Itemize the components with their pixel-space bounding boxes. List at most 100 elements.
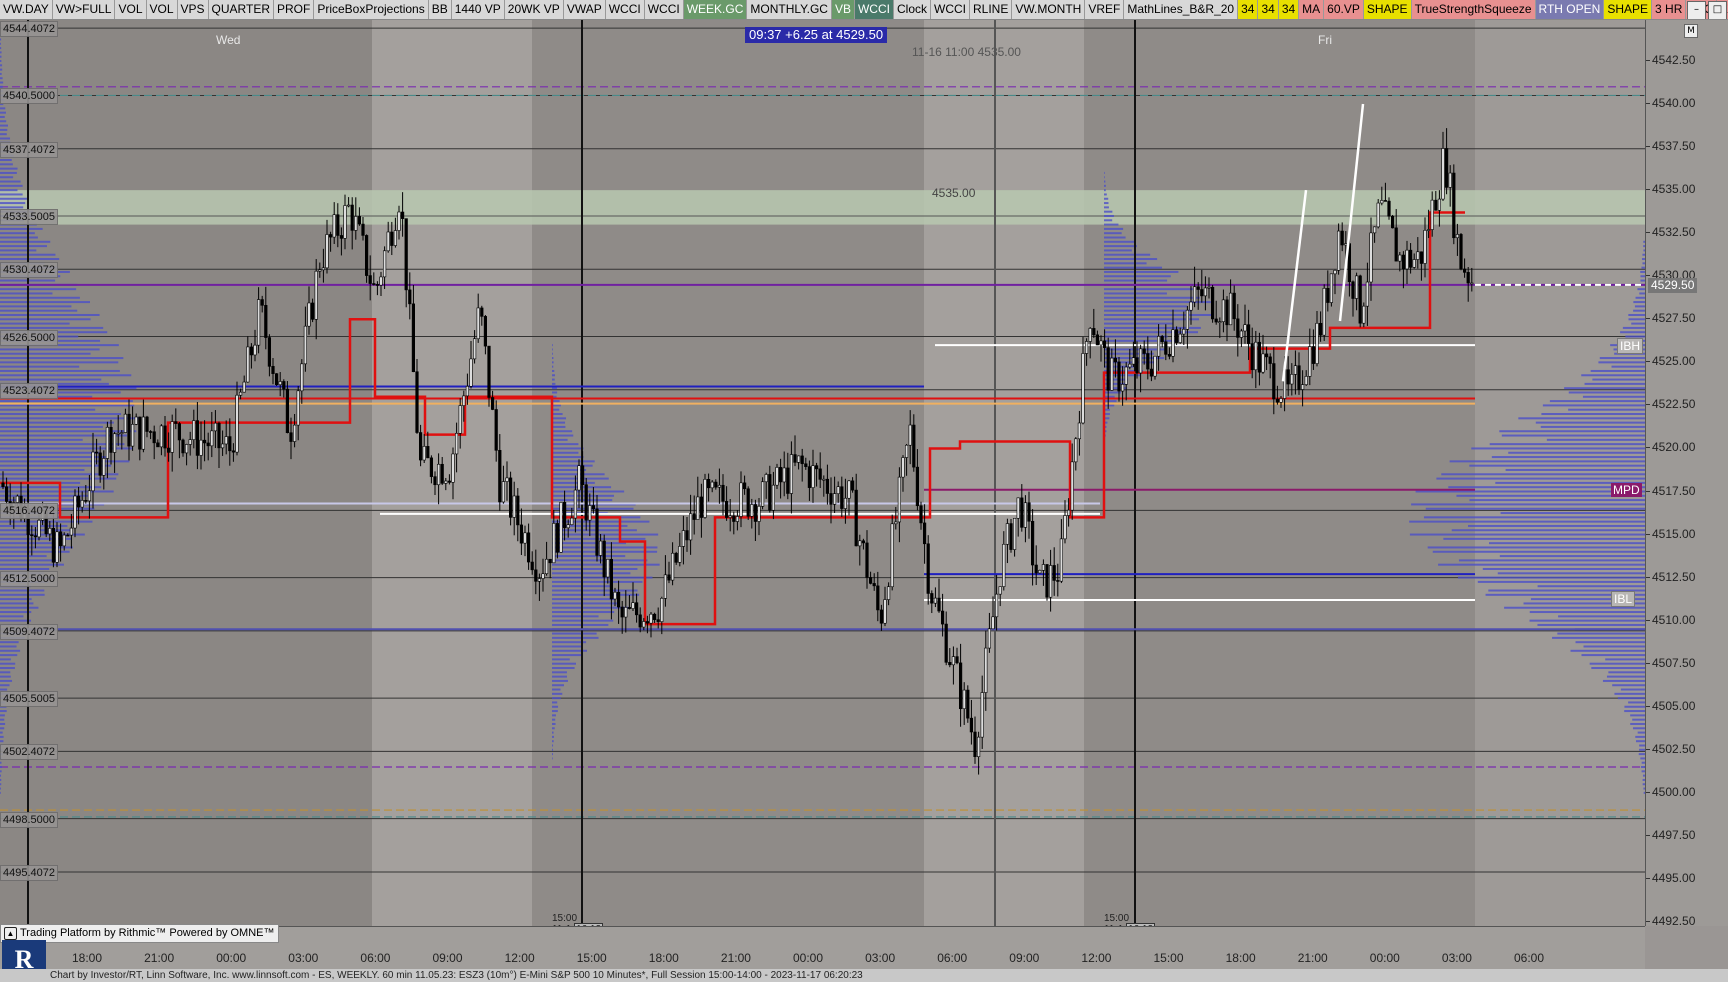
volume-profile-bar xyxy=(1423,516,1645,519)
candle-body xyxy=(1200,289,1204,297)
volume-profile-bar xyxy=(0,245,48,248)
volume-profile-bar xyxy=(1104,253,1151,256)
level-label: 4498.5000 xyxy=(0,811,58,828)
candle-body xyxy=(1326,288,1330,303)
volume-profile-bar xyxy=(552,710,558,713)
toolbar-button[interactable]: WCCI xyxy=(931,0,970,19)
toolbar-button[interactable]: WCCI xyxy=(605,0,645,19)
toolbar-button[interactable]: 1440 VP xyxy=(451,0,505,19)
window-button[interactable]: – xyxy=(1687,1,1706,19)
toolbar-button[interactable]: VOL xyxy=(115,0,147,19)
candle-body xyxy=(552,523,556,564)
candle-body xyxy=(1088,328,1092,342)
mini-toggle[interactable]: M xyxy=(1684,24,1698,38)
volume-profile-bar xyxy=(1427,546,1645,549)
toolbar-button[interactable]: TrueStrengthSqueeze xyxy=(1411,0,1536,19)
volume-profile-bar xyxy=(1564,387,1645,390)
price-tick: 4502.50 xyxy=(1645,741,1696,756)
toolbar-button[interactable]: MathLines_B&R_20 xyxy=(1124,0,1239,19)
candle-body xyxy=(253,344,257,356)
toolbar-button[interactable]: VW.MONTH xyxy=(1012,0,1086,19)
toolbar-button[interactable]: 20WK VP xyxy=(504,0,564,19)
toolbar-button[interactable]: VOL xyxy=(146,0,178,19)
candlestick-plot[interactable] xyxy=(0,20,1645,926)
volume-profile-bar xyxy=(1436,477,1645,480)
time-tick: 15:00 xyxy=(576,951,607,965)
candle-body xyxy=(1236,318,1240,338)
toolbar-button[interactable]: WCCI xyxy=(854,0,894,19)
volume-profile-bar xyxy=(0,555,47,558)
candle-body xyxy=(577,465,581,491)
volume-profile-bar xyxy=(0,77,3,80)
candle-body xyxy=(418,432,423,461)
toolbar-button[interactable]: VPS xyxy=(177,0,209,19)
candle-body xyxy=(620,606,624,618)
candle-body xyxy=(30,534,34,537)
candle-body xyxy=(868,577,873,584)
toolbar-button[interactable]: 34 xyxy=(1278,0,1300,19)
toolbar-button[interactable]: VW.DAY xyxy=(0,0,53,19)
candle-body xyxy=(131,424,135,447)
candle-body xyxy=(883,599,887,624)
candle-body xyxy=(1445,148,1449,188)
time-tick: 18:00 xyxy=(72,951,103,965)
volume-profile-bar xyxy=(1471,447,1645,450)
volume-profile-bar xyxy=(1606,675,1645,678)
candle-body xyxy=(217,422,221,449)
toolbar-button[interactable]: Clock xyxy=(893,0,931,19)
candle-body xyxy=(1452,172,1456,239)
toolbar-button[interactable]: MA xyxy=(1299,0,1325,19)
toolbar-button[interactable]: SHAPE xyxy=(1363,0,1412,19)
candle-body xyxy=(1243,324,1247,332)
candle-body xyxy=(264,305,268,338)
toolbar-button[interactable]: 34 xyxy=(1238,0,1259,19)
price-chart[interactable]: Wed Fri 09:37 +6.25 at 4529.50 11-16 11:… xyxy=(0,20,1645,936)
candle-body xyxy=(786,467,790,494)
candle-body xyxy=(735,516,739,522)
volume-profile-bar xyxy=(552,667,575,670)
volume-profile-bar xyxy=(1581,374,1645,377)
candle-body xyxy=(1279,398,1283,403)
volume-profile-bar xyxy=(552,382,556,385)
candle-body xyxy=(447,480,452,483)
candle-body xyxy=(303,325,308,365)
volume-profile-bar xyxy=(1104,305,1188,308)
candle-body xyxy=(404,218,408,291)
candle-body xyxy=(206,442,210,447)
candle-body xyxy=(1196,286,1200,290)
volume-profile-bar xyxy=(1611,365,1645,368)
price-axis[interactable]: M 4542.50 4540.00 4537.50 4535.00 4532.50 453… xyxy=(1611,20,1728,928)
candle-body xyxy=(1034,564,1038,574)
volume-profile-bar xyxy=(1620,331,1645,334)
volume-profile-bar xyxy=(552,705,559,708)
candle-body xyxy=(498,450,502,503)
candle-body xyxy=(940,610,945,625)
toolbar-button[interactable]: VW>FULL xyxy=(52,0,116,19)
toolbar-button[interactable]: 60.VP xyxy=(1324,0,1364,19)
toolbar-button[interactable]: MONTHLY.GC xyxy=(747,0,832,19)
toolbar-button[interactable]: VWAP xyxy=(563,0,606,19)
toolbar-button[interactable]: WCCI xyxy=(644,0,684,19)
toolbar-button[interactable]: VREF xyxy=(1085,0,1125,19)
volume-profile-bar xyxy=(552,537,646,540)
toolbar-button[interactable]: WEEK.GC xyxy=(683,0,748,19)
toolbar-button[interactable]: 34 xyxy=(1258,0,1279,19)
toolbar-button[interactable]: SHAPE xyxy=(1604,0,1653,19)
toolbar-button[interactable]: RLINE xyxy=(970,0,1013,19)
toolbar-button[interactable]: RTH OPEN xyxy=(1535,0,1605,19)
toolbar-button[interactable]: 3 HR xyxy=(1652,0,1687,19)
candle-body xyxy=(1333,270,1337,275)
window-button[interactable]: □ xyxy=(1708,1,1727,19)
volume-profile-bar xyxy=(1411,503,1645,506)
volume-profile-bar xyxy=(0,51,2,54)
volume-profile-bar xyxy=(1500,512,1645,515)
toolbar-button[interactable]: PriceBoxProjections xyxy=(314,0,429,19)
volume-profile-bar xyxy=(0,42,1,45)
toolbar-button[interactable]: PROF xyxy=(273,0,315,19)
volume-profile-bar xyxy=(1104,176,1105,179)
toolbar-button[interactable]: BB xyxy=(428,0,452,19)
candle-body xyxy=(440,463,444,484)
toolbar-button[interactable]: VB xyxy=(831,0,855,19)
toolbar-button[interactable]: QUARTER xyxy=(208,0,274,19)
volume-profile-bar xyxy=(0,606,39,609)
